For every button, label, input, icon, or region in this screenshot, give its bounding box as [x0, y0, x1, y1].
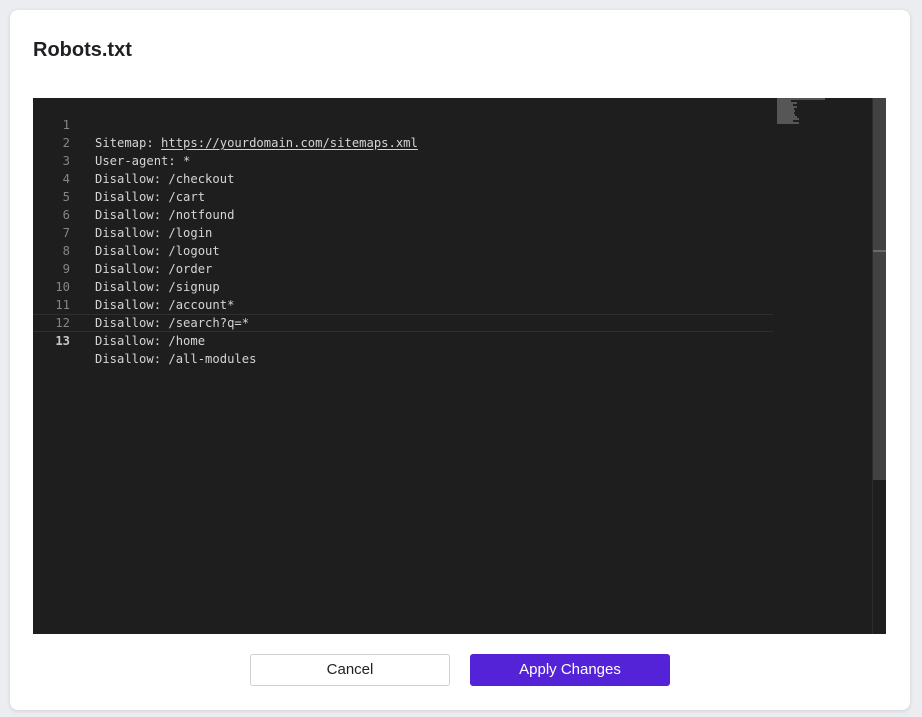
editor-minimap[interactable]: [777, 98, 867, 634]
apply-changes-button[interactable]: Apply Changes: [470, 654, 670, 686]
scrollbar-thumb[interactable]: [873, 98, 886, 480]
editor-text-area[interactable]: 1 Sitemap: https://yourdomain.com/sitema…: [33, 98, 773, 634]
editor-line[interactable]: 7 Disallow: /logout: [33, 206, 773, 258]
line-text: Disallow: /home: [95, 334, 206, 348]
editor-line[interactable]: 6 Disallow: /login: [33, 188, 773, 240]
editor-line[interactable]: 8 Disallow: /order: [33, 224, 773, 276]
editor-line-current[interactable]: 13 Disallow: /all-modules: [33, 314, 773, 366]
editor-line[interactable]: 1 Sitemap: https://yourdomain.com/sitema…: [33, 98, 773, 150]
line-number: 13: [55, 334, 70, 348]
dialog-title: Robots.txt: [33, 39, 132, 61]
editor-line[interactable]: 12 Disallow: /home: [33, 296, 773, 348]
scrollbar-cursor-marker: [873, 250, 886, 252]
minimap-line: [777, 122, 799, 124]
editor-line[interactable]: 2 User-agent: *: [33, 116, 773, 168]
line-text: Disallow: /all-modules: [95, 352, 257, 366]
editor-line[interactable]: 5 Disallow: /notfound: [33, 170, 773, 222]
editor-line[interactable]: 10 Disallow: /account*: [33, 260, 773, 312]
robots-dialog: Robots.txt 1 Sitemap: https://yourdomain…: [10, 10, 910, 710]
editor-line[interactable]: 4 Disallow: /cart: [33, 152, 773, 204]
editor-line[interactable]: 9 Disallow: /signup: [33, 242, 773, 294]
vertical-scrollbar[interactable]: [872, 98, 886, 634]
editor-line[interactable]: 11 Disallow: /search?q=*: [33, 278, 773, 330]
cancel-button[interactable]: Cancel: [250, 654, 450, 686]
code-editor[interactable]: 1 Sitemap: https://yourdomain.com/sitema…: [33, 98, 886, 634]
editor-line[interactable]: 3 Disallow: /checkout: [33, 134, 773, 186]
